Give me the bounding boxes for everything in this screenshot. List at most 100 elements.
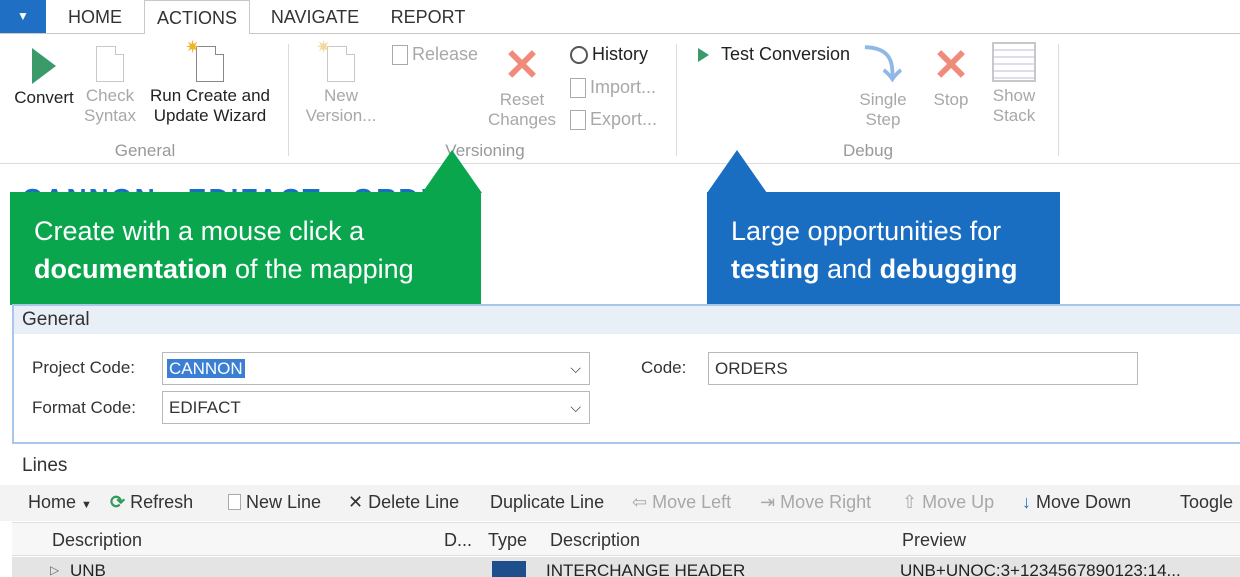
new-line-button[interactable]: New Line	[228, 492, 321, 513]
project-code-label: Project Code:	[32, 358, 135, 377]
stop-label: Stop	[933, 90, 969, 109]
delete-x-icon: ✕	[348, 492, 364, 512]
home-menu-button[interactable]: Home ▼	[28, 492, 92, 513]
project-code-value: CANNON	[167, 359, 245, 378]
table-row[interactable]: ▷ UNB INTERCHANGE HEADER UNB+UNOC:3+1234…	[12, 557, 1240, 577]
column-header-description-2[interactable]: Description	[550, 530, 640, 551]
release-button[interactable]: Release	[392, 44, 478, 65]
ribbon-tab-bar: ▼ HOME ACTIONS NAVIGATE REPORT	[0, 0, 1240, 35]
delete-line-button[interactable]: ✕ Delete Line	[348, 492, 459, 513]
arrow-left-icon: ⇦	[632, 492, 648, 512]
single-step-label-2: Step	[865, 110, 901, 129]
tab-report[interactable]: REPORT	[380, 0, 476, 34]
tab-actions[interactable]: ACTIONS	[144, 0, 250, 35]
move-right-button[interactable]: ⇥ Move Right	[760, 492, 871, 513]
callout-testing: Large opportunities for testing and debu…	[707, 192, 1060, 305]
home-label: Home	[28, 492, 77, 512]
lines-grid-header: Description D... Type Description Previe…	[12, 522, 1240, 556]
duplicate-line-button[interactable]: Duplicate Line	[490, 492, 604, 513]
callout-blue-bold2: debugging	[879, 254, 1018, 284]
code-label: Code:	[641, 358, 687, 377]
history-label: History	[592, 44, 649, 64]
export-icon	[570, 109, 586, 130]
stop-button[interactable]: ✕ Stop	[922, 41, 980, 110]
step-into-arrow-icon: ⤵	[863, 45, 902, 87]
callout-blue-mid: and	[819, 254, 880, 284]
export-label: Export...	[590, 109, 658, 129]
import-button[interactable]: Import...	[570, 77, 656, 98]
convert-button[interactable]: Convert	[8, 46, 80, 108]
row-preview: UNB+UNOC:3+1234567890123:14...	[900, 561, 1181, 577]
tab-home[interactable]: HOME	[56, 0, 134, 34]
reset-x-icon: ✕	[503, 41, 541, 90]
import-icon	[570, 77, 586, 98]
release-icon	[392, 44, 408, 65]
checklist-icon	[96, 46, 124, 82]
general-fasttab: General Project Code: CANNON ⌵ Format Co…	[12, 304, 1240, 444]
callout-pointer-blue	[707, 150, 767, 193]
refresh-icon: ⟳	[110, 492, 126, 512]
move-right-label: Move Right	[780, 492, 872, 512]
move-left-button[interactable]: ⇦ Move Left	[632, 492, 731, 513]
callout-green-rest: of the mapping	[227, 254, 414, 284]
refresh-button[interactable]: ⟳ Refresh	[110, 492, 193, 513]
new-version-label-1: New	[323, 86, 358, 105]
callout-blue-bold1: testing	[731, 254, 820, 284]
move-down-button[interactable]: ↓ Move Down	[1022, 492, 1131, 513]
test-conversion-button[interactable]: Test Conversion	[698, 44, 850, 65]
show-stack-button[interactable]: Show Stack	[984, 42, 1044, 126]
chevron-down-icon[interactable]: ⌵	[570, 392, 581, 423]
new-version-button[interactable]: ✷ New Version...	[300, 37, 382, 126]
move-down-label: Move Down	[1036, 492, 1132, 512]
stop-x-icon: ✕	[932, 41, 970, 90]
export-button[interactable]: Export...	[570, 109, 657, 130]
project-code-select[interactable]: CANNON ⌵	[162, 352, 590, 385]
wizard-label-1: Run Create and	[149, 86, 271, 105]
group-label-general: General	[114, 141, 176, 160]
app-menu-button[interactable]: ▼	[0, 0, 46, 33]
reset-changes-label-2: Changes	[487, 110, 557, 129]
history-icon	[570, 45, 588, 64]
move-up-button[interactable]: ⇧ Move Up	[902, 492, 994, 513]
test-conversion-label: Test Conversion	[721, 44, 851, 64]
move-left-label: Move Left	[652, 492, 732, 512]
new-version-label-2: Version...	[305, 106, 377, 125]
format-code-label: Format Code:	[32, 398, 136, 417]
wizard-label-2: Update Wizard	[153, 106, 267, 125]
lines-section-title[interactable]: Lines	[22, 455, 67, 477]
column-header-type[interactable]: Type	[488, 530, 527, 551]
refresh-label: Refresh	[130, 492, 194, 512]
column-header-description[interactable]: Description	[52, 530, 142, 551]
column-header-d[interactable]: D...	[444, 530, 472, 551]
chevron-down-icon: ▼	[17, 9, 29, 23]
delete-line-label: Delete Line	[368, 492, 460, 512]
callout-green-bold: documentation	[34, 254, 228, 284]
move-up-label: Move Up	[922, 492, 995, 512]
run-create-update-wizard-button[interactable]: ✷ Run Create and Update Wizard	[146, 37, 274, 126]
toggle-button[interactable]: Toogle	[1180, 492, 1233, 513]
check-syntax-button[interactable]: Check Syntax	[80, 46, 140, 126]
general-fasttab-header[interactable]: General	[14, 306, 1240, 334]
callout-pointer-green	[422, 150, 482, 193]
column-header-preview[interactable]: Preview	[902, 530, 966, 551]
callout-blue-line1: Large opportunities for	[731, 216, 1002, 246]
chevron-down-icon[interactable]: ⌵	[570, 353, 581, 384]
play-icon	[698, 47, 709, 62]
stack-grid-icon	[992, 42, 1036, 82]
expand-arrow-icon[interactable]: ▷	[50, 563, 59, 577]
code-field[interactable]: ORDERS	[708, 352, 1138, 385]
history-button[interactable]: History	[570, 44, 648, 65]
new-version-icon: ✷	[316, 37, 355, 82]
new-document-icon: ✷	[185, 37, 224, 82]
ribbon: Convert Check Syntax ✷ Run Create and Up…	[0, 34, 1240, 164]
reset-changes-button[interactable]: ✕ Reset Changes	[484, 41, 560, 130]
new-line-icon	[228, 494, 241, 510]
group-separator	[288, 44, 289, 156]
segment-type-icon	[492, 561, 526, 577]
format-code-select[interactable]: EDIFACT ⌵	[162, 391, 590, 424]
lines-toolbar: Home ▼ ⟳ Refresh New Line ✕ Delete Line …	[0, 485, 1240, 521]
single-step-button[interactable]: ⤵ Single Step	[852, 46, 914, 130]
group-separator	[676, 44, 677, 156]
tab-navigate[interactable]: NAVIGATE	[260, 0, 370, 34]
convert-label: Convert	[14, 88, 74, 107]
